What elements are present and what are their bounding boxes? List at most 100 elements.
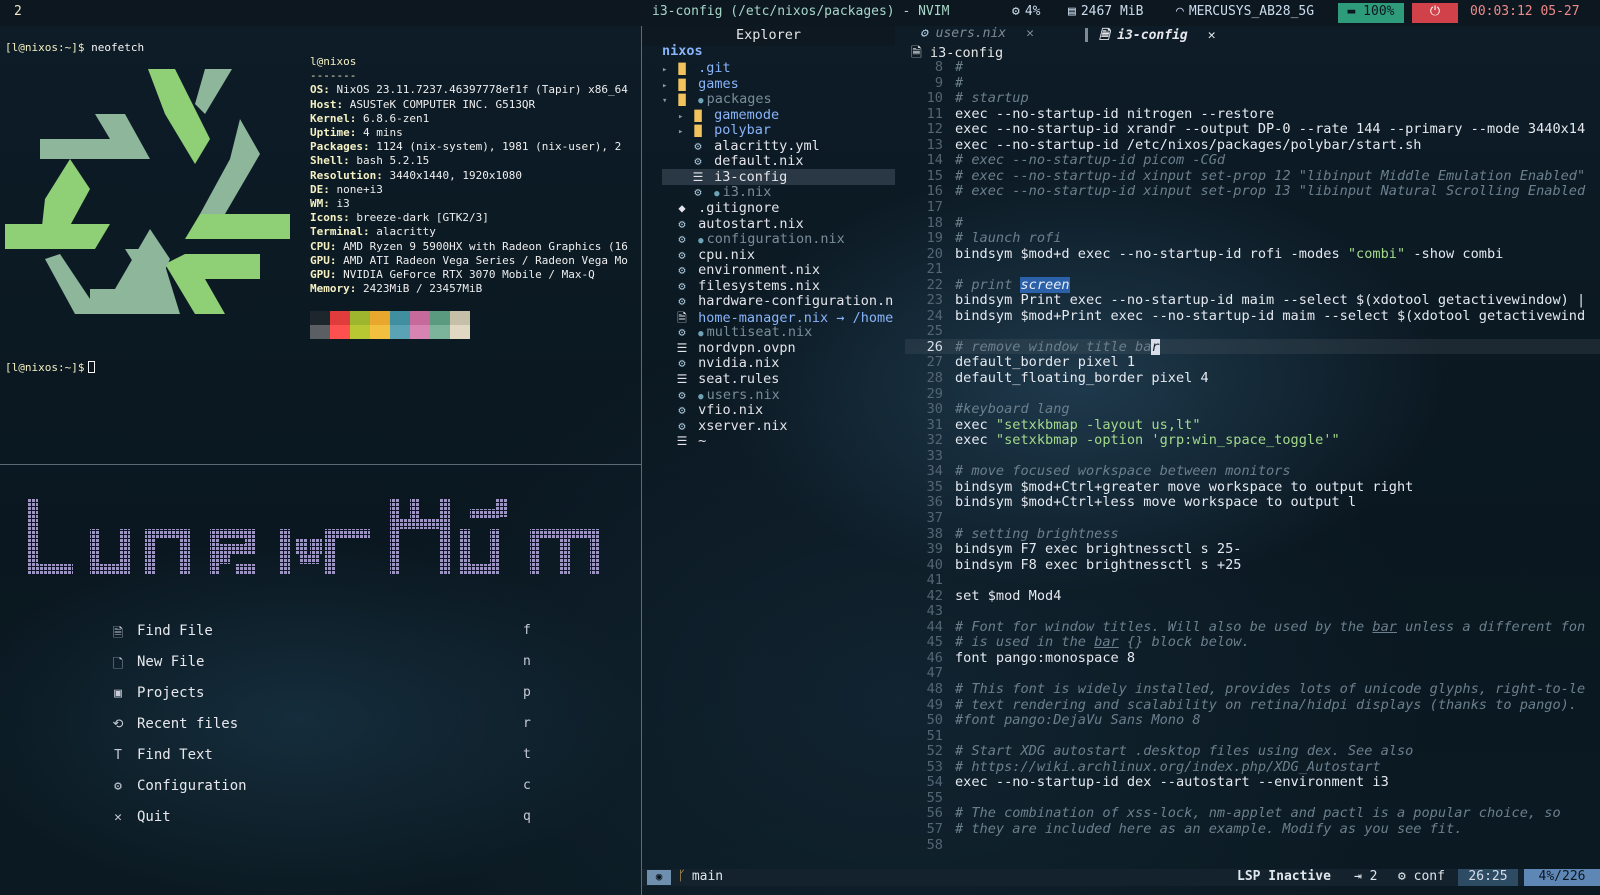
explorer-item-configuration-nix[interactable]: ⚙ ● configuration.nix	[662, 231, 895, 247]
power-button[interactable]: ⏻	[1412, 3, 1458, 23]
code-line[interactable]: 36 bindsym $mod+Ctrl+less move workspace …	[905, 494, 1600, 510]
code-line[interactable]: 12 exec --no-startup-id xrandr --output D…	[905, 121, 1600, 137]
explorer-item-users-nix[interactable]: ⚙ ● users.nix	[662, 387, 895, 403]
code-line[interactable]: 8 #	[905, 59, 1600, 75]
explorer-item-xserver-nix[interactable]: ⚙ xserver.nix	[662, 418, 895, 434]
code-line[interactable]: 43	[905, 603, 1600, 619]
code-line[interactable]: 15 # exec --no-startup-id xinput set-prop…	[905, 168, 1600, 184]
dashboard-item-find-file[interactable]: 🗎 Find File f	[110, 623, 531, 645]
code-line[interactable]: 44 # Font for window titles. Will also be…	[905, 619, 1600, 635]
explorer-item-multiseat-nix[interactable]: ⚙ ● multiseat.nix	[662, 324, 895, 340]
code-line[interactable]: 25	[905, 323, 1600, 339]
code-line[interactable]: 54 exec --no-startup-id dex --autostart -…	[905, 774, 1600, 790]
code-line[interactable]: 57 # they are included here as an example…	[905, 821, 1600, 837]
explorer-item-git[interactable]: ▸ ▇ .git	[662, 60, 895, 76]
close-icon[interactable]: ✕	[1208, 28, 1216, 43]
code-line[interactable]: 41	[905, 572, 1600, 588]
dashboard-item-find-text[interactable]: T Find Text t	[110, 747, 531, 769]
explorer-item-packages[interactable]: ▾ ▇ ● packages	[662, 91, 895, 107]
chevron-icon[interactable]: ▾	[662, 96, 674, 106]
code-line[interactable]: 38 # setting brightness	[905, 526, 1600, 542]
explorer-item-environment-nix[interactable]: ⚙ environment.nix	[662, 262, 895, 278]
workspace-indicator[interactable]: 2	[14, 4, 22, 19]
git-branch[interactable]: ᚴ main	[678, 869, 723, 884]
code-line[interactable]: 11 exec --no-startup-id nitrogen --restor…	[905, 106, 1600, 122]
explorer-item-polybar[interactable]: ▸ ▇ polybar	[678, 122, 895, 138]
code-line[interactable]: 45 # is used in the bar {} block below.	[905, 634, 1600, 650]
dashboard-item-quit[interactable]: ✕ Quit q	[110, 809, 531, 831]
dashboard-item-new-file[interactable]: 🗋 New File n	[110, 654, 531, 676]
code-line[interactable]: 27 default_border pixel 1	[905, 354, 1600, 370]
code-line[interactable]: 42 set $mod Mod4	[905, 588, 1600, 604]
dashboard-item-recent-files[interactable]: ⟲ Recent files r	[110, 716, 531, 738]
explorer-item-home-manager-nix[interactable]: 🗎 home-manager.nix → /home	[662, 309, 895, 326]
explorer-root[interactable]: nixos	[662, 43, 703, 59]
explorer-item-games[interactable]: ▸ ▇ games	[662, 76, 895, 92]
code-line[interactable]: 46 font pango:monospace 8	[905, 650, 1600, 666]
chevron-icon[interactable]: ▸	[678, 112, 690, 122]
code-line[interactable]: 33	[905, 448, 1600, 464]
code-line[interactable]: 32 exec "setxkbmap -option 'grp:win_space…	[905, 432, 1600, 448]
code-line[interactable]: 53 # https://wiki.archlinux.org/index.php…	[905, 759, 1600, 775]
code-line[interactable]: 23 bindsym Print exec --no-startup-id mai…	[905, 292, 1600, 308]
explorer-item-vfio-nix[interactable]: ⚙ vfio.nix	[662, 402, 895, 418]
explorer-item-default-nix[interactable]: ⚙ default.nix	[678, 153, 895, 169]
close-icon[interactable]: ✕	[1026, 26, 1034, 41]
terminal-window[interactable]: [l@nixos:~]$ neofetch l@nixos ------- OS…	[0, 26, 641, 464]
info-value: ASUSTeK COMPUTER INC. G513QR	[349, 97, 536, 111]
code-line[interactable]: 39 bindsym F7 exec brightnessctl s 25-	[905, 541, 1600, 557]
explorer-item-filesystems-nix[interactable]: ⚙ filesystems.nix	[662, 278, 895, 294]
code-line[interactable]: 47	[905, 665, 1600, 681]
code-line[interactable]: 51	[905, 728, 1600, 744]
code-line[interactable]: 55	[905, 790, 1600, 806]
tab-i3-config[interactable]: 🗎 i3-config ✕	[1099, 26, 1216, 44]
code-line[interactable]: 26 # remove window title bar	[905, 338, 1600, 355]
code-line[interactable]: 20 bindsym $mod+d exec --no-startup-id ro…	[905, 246, 1600, 262]
chevron-icon[interactable]: ▸	[662, 81, 674, 91]
explorer-item-gitignore[interactable]: ◆ .gitignore	[662, 200, 895, 216]
explorer-item-gamemode[interactable]: ▸ ▇ gamemode	[678, 107, 895, 123]
code-line[interactable]: 31 exec "setxkbmap -layout us,lt"	[905, 417, 1600, 433]
terminal-active-prompt[interactable]: [l@nixos:~]$	[5, 361, 96, 375]
explorer-item-[interactable]: ☰ ~	[662, 433, 895, 449]
code-line[interactable]: 14 # exec --no-startup-id picom -CGd	[905, 152, 1600, 168]
chevron-icon[interactable]: ▸	[662, 65, 674, 75]
tab-users-nix[interactable]: ⚙ users.nix ✕	[920, 26, 1034, 44]
code-line[interactable]: 24 bindsym $mod+Print exec --no-startup-i…	[905, 308, 1600, 324]
dashboard-item-configuration[interactable]: ⚙ Configuration c	[110, 778, 531, 800]
code-line[interactable]: 16 # exec --no-startup-id xinput set-prop…	[905, 183, 1600, 199]
code-line[interactable]: 10 # startup	[905, 90, 1600, 106]
code-line[interactable]: 58	[905, 837, 1600, 853]
code-line[interactable]: 49 # text rendering and scalability on re…	[905, 697, 1600, 713]
code-line[interactable]: 18 #	[905, 215, 1600, 231]
code-line[interactable]: 56 # The combination of xss-lock, nm-appl…	[905, 805, 1600, 821]
explorer-item-cpu-nix[interactable]: ⚙ cpu.nix	[662, 247, 895, 263]
code-line[interactable]: 48 # This font is widely installed, provi…	[905, 681, 1600, 697]
code-line[interactable]: 22 # print screen	[905, 276, 1600, 293]
code-line[interactable]: 30 #keyboard lang	[905, 401, 1600, 417]
explorer-item-i3-nix[interactable]: ⚙ ● i3.nix	[678, 184, 895, 200]
chevron-icon[interactable]: ▸	[678, 127, 690, 137]
code-line[interactable]: 52 # Start XDG autostart .desktop files u…	[905, 743, 1600, 759]
explorer-item-autostart-nix[interactable]: ⚙ autostart.nix	[662, 216, 895, 232]
code-line[interactable]: 13 exec --no-startup-id /etc/nixos/packag…	[905, 137, 1600, 153]
code-line[interactable]: 17	[905, 199, 1600, 215]
explorer-item-seat-rules[interactable]: ☰ seat.rules	[662, 371, 895, 387]
explorer-item-alacritty-yml[interactable]: ⚙ alacritty.yml	[678, 138, 895, 154]
code-line[interactable]: 21	[905, 261, 1600, 277]
explorer-item-i3-config[interactable]: ☰ i3-config	[662, 168, 895, 185]
explorer-item-nvidia-nix[interactable]: ⚙ nvidia.nix	[662, 355, 895, 371]
explorer-item-nordvpn-ovpn[interactable]: ☰ nordvpn.ovpn	[662, 340, 895, 356]
dashboard-item-projects[interactable]: ▣ Projects p	[110, 685, 531, 707]
code-line[interactable]: 9 #	[905, 75, 1600, 91]
code-line[interactable]: 40 bindsym F8 exec brightnessctl s +25	[905, 557, 1600, 573]
code-line[interactable]: 19 # launch rofi	[905, 230, 1600, 246]
explorer-item-hardware-configuration-n[interactable]: ⚙ hardware-configuration.n	[662, 293, 895, 309]
code-line[interactable]: 37	[905, 510, 1600, 526]
code-line[interactable]: 50 #font pango:DejaVu Sans Mono 8	[905, 712, 1600, 728]
code-line[interactable]: 28 default_floating_border pixel 4	[905, 370, 1600, 386]
code-editor[interactable]: ⚙ users.nix ✕ 🗎 i3-config ✕ 🗎 i3-config 8 #…	[905, 26, 1600, 869]
code-line[interactable]: 35 bindsym $mod+Ctrl+greater move workspa…	[905, 479, 1600, 495]
code-line[interactable]: 29	[905, 386, 1600, 402]
code-line[interactable]: 34 # move focused workspace between monit…	[905, 463, 1600, 479]
